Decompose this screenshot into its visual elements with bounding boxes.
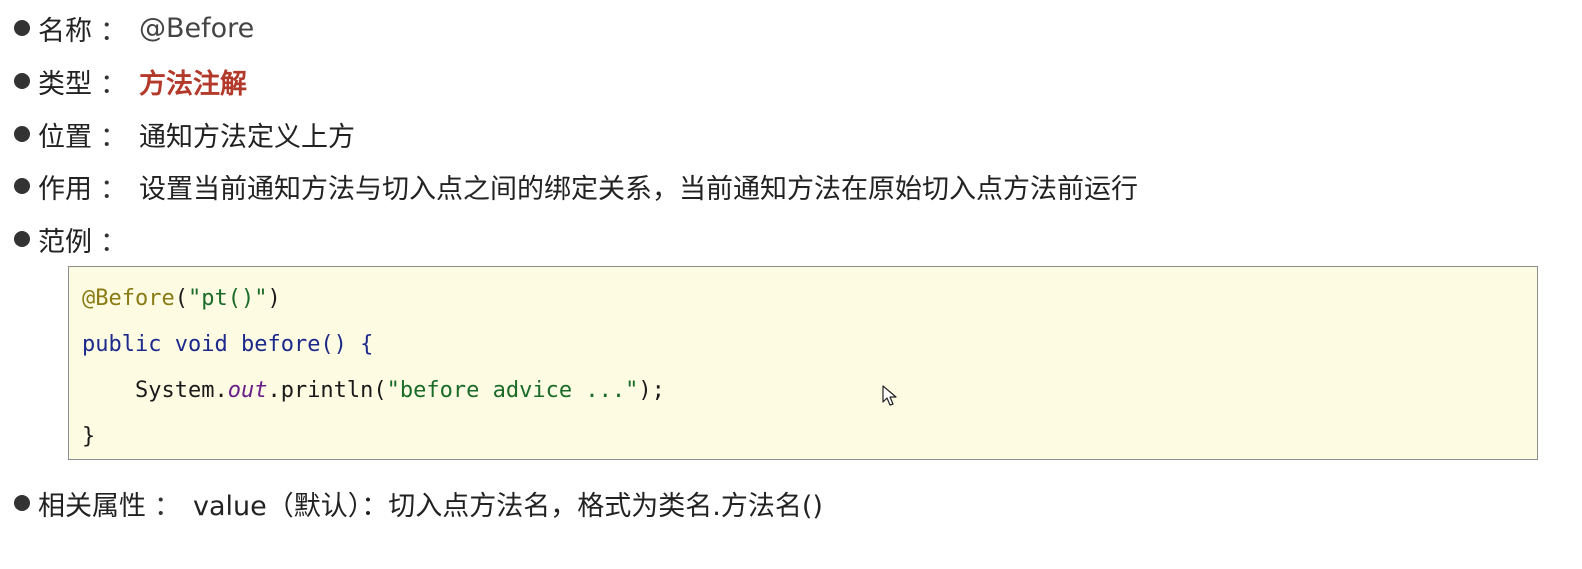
code-line-signature: public void before() { [82, 330, 373, 360]
bullet-icon [14, 495, 30, 511]
bullet-icon [14, 178, 30, 194]
code-closing-brace: } [82, 424, 96, 449]
code-method-signature: before() { [227, 332, 374, 357]
property-related-label: 相关属性 [38, 490, 146, 522]
property-name-value: @Before [139, 12, 255, 44]
property-position-label: 位置 [38, 121, 92, 153]
code-keyword-void: void [174, 332, 228, 357]
code-line-close: } [82, 422, 95, 452]
code-string-arg: "before advice ..." [386, 378, 639, 403]
code-line-body: System.out.println("before advice ..."); [82, 376, 665, 406]
bullet-icon [14, 20, 30, 36]
property-example-row: 范例 ： [14, 219, 139, 259]
code-paren-close: ) [267, 286, 281, 311]
bullet-icon [14, 73, 30, 89]
property-type-label: 类型 [38, 68, 92, 100]
code-call-end: ); [638, 378, 665, 403]
property-purpose-label: 作用 [38, 173, 92, 205]
code-call: .println( [267, 378, 387, 403]
code-field-out: out [227, 378, 268, 403]
code-line-annotation: @Before("pt()") [82, 284, 281, 314]
separator: ： [100, 121, 127, 153]
bullet-icon [14, 231, 30, 247]
property-purpose-value: 设置当前通知方法与切入点之间的绑定关系，当前通知方法在原始切入点方法前运行 [139, 173, 1138, 205]
property-type-row: 类型 ： 方法注解 [14, 61, 247, 101]
code-annotation: @Before [82, 286, 175, 311]
code-example-block: @Before("pt()") public void before() { S… [68, 266, 1538, 460]
bullet-icon [14, 126, 30, 142]
property-name-label: 名称 [38, 15, 92, 47]
code-object: System. [134, 378, 228, 403]
property-position-value: 通知方法定义上方 [139, 121, 355, 153]
property-position-row: 位置 ： 通知方法定义上方 [14, 114, 355, 154]
separator: ： [154, 490, 181, 522]
code-paren-open: ( [174, 286, 188, 311]
separator: ： [100, 68, 127, 100]
property-example-label: 范例 [38, 226, 92, 258]
code-string: "pt()" [187, 286, 268, 311]
property-purpose-row: 作用 ： 设置当前通知方法与切入点之间的绑定关系，当前通知方法在原始切入点方法前… [14, 166, 1138, 206]
separator: ： [100, 15, 127, 47]
property-name-row: 名称 ： @Before [14, 8, 254, 48]
property-related-row: 相关属性 ： value（默认）：切入点方法名，格式为类名.方法名() [14, 483, 823, 523]
property-type-value: 方法注解 [139, 68, 247, 100]
property-related-value: value（默认）：切入点方法名，格式为类名.方法名() [193, 490, 823, 522]
code-keyword-public: public [82, 332, 162, 357]
separator: ： [100, 173, 127, 205]
separator: ： [100, 226, 127, 258]
mouse-pointer-icon [882, 385, 897, 406]
